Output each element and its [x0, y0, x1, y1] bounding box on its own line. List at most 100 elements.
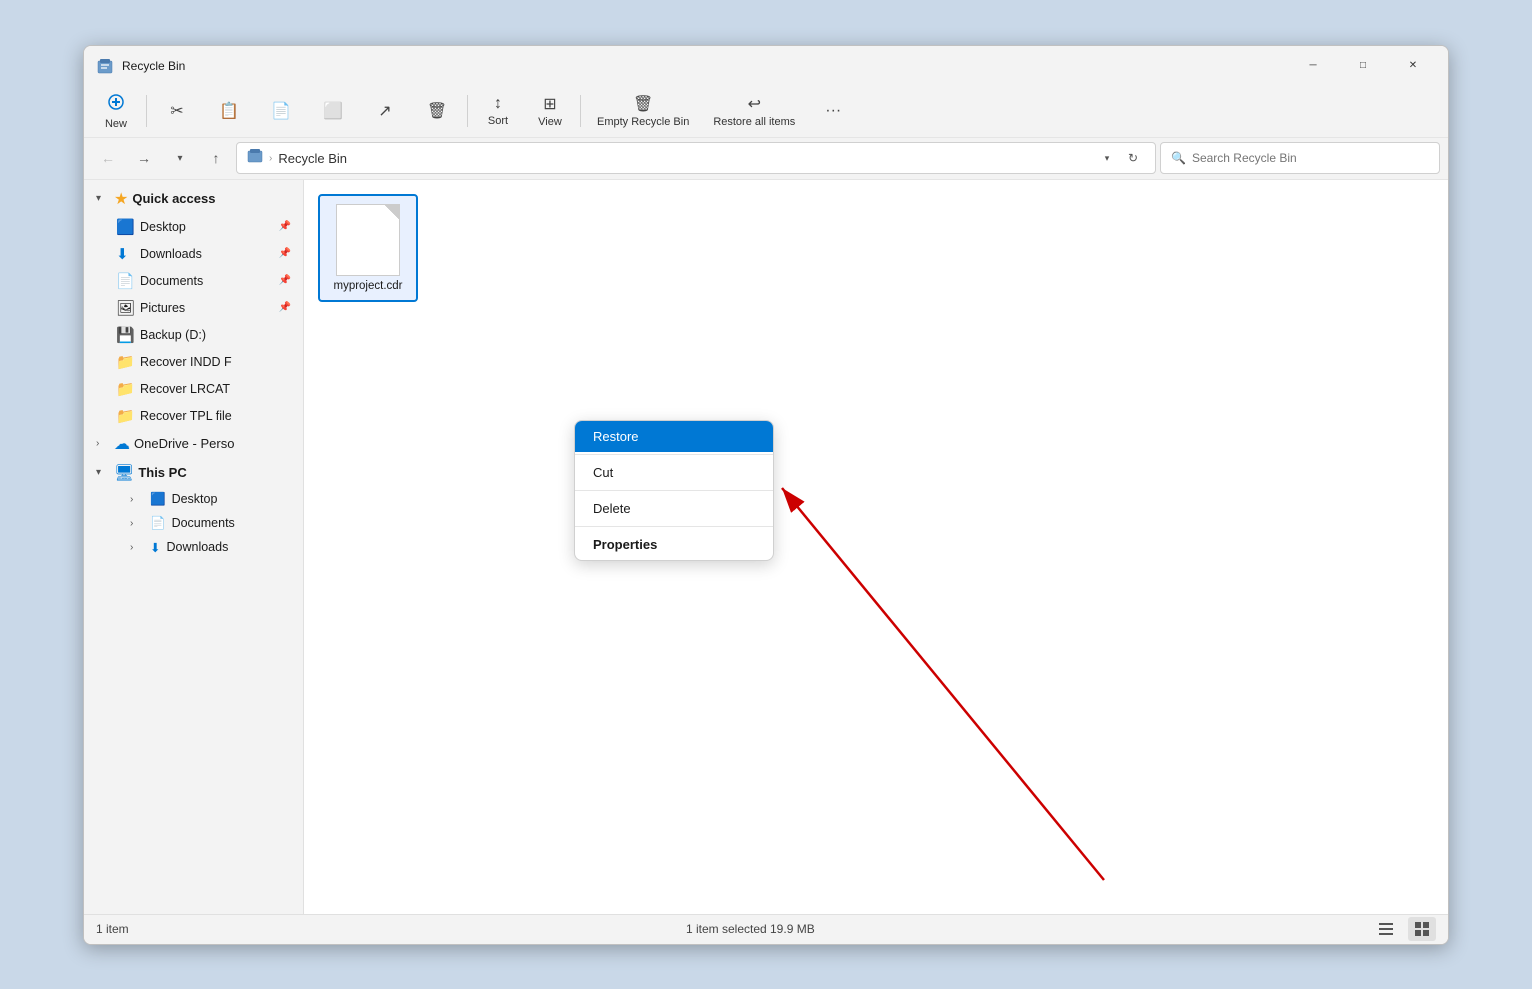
- address-dropdown-button[interactable]: ▾: [1095, 146, 1119, 170]
- this-pc-icon: 🖥: [114, 463, 134, 483]
- status-item-count: 1 item: [96, 922, 129, 936]
- window-controls: ─ □ ✕: [1290, 50, 1436, 82]
- grid-view-button[interactable]: [1408, 917, 1436, 941]
- sort-icon: ↕: [494, 95, 502, 113]
- content-area: ▾ ★ Quick access 🟦 Desktop 📌 ⬇ Downloads…: [84, 180, 1448, 914]
- new-button[interactable]: New: [92, 88, 140, 134]
- restore-all-button[interactable]: ↩ Restore all items: [703, 88, 805, 134]
- search-icon: 🔍: [1171, 151, 1186, 165]
- quick-access-chevron: ▾: [96, 193, 110, 204]
- window-icon: [96, 57, 114, 75]
- sidebar-section-this-pc[interactable]: ▾ 🖥 This PC: [88, 459, 299, 487]
- folder-icon-3: 📁: [116, 407, 134, 425]
- recent-button[interactable]: ▾: [164, 142, 196, 174]
- this-pc-docs-icon: 📄: [150, 516, 166, 531]
- status-view-controls: [1372, 917, 1436, 941]
- this-pc-desktop-icon: 🟦: [150, 492, 166, 507]
- file-area: myproject.cdr Restore Cut Delete Propert…: [304, 180, 1448, 914]
- view-icon: ⊞: [543, 94, 556, 114]
- onedrive-chevron: ›: [96, 438, 110, 449]
- paste-icon: 📄: [271, 101, 291, 121]
- empty-bin-icon: 🗑: [633, 94, 653, 114]
- grid-view-icon: [1414, 921, 1430, 937]
- context-menu-delete[interactable]: Delete: [575, 493, 773, 524]
- empty-recycle-bin-button[interactable]: 🗑 Empty Recycle Bin: [587, 88, 699, 134]
- share-icon: ↗: [378, 101, 391, 121]
- delete-icon: 🗑: [427, 101, 447, 121]
- documents-icon: 📄: [116, 272, 134, 290]
- pin-icon-2: 📌: [279, 248, 291, 259]
- file-thumbnail: [336, 204, 400, 276]
- downloads-icon: ⬇: [116, 245, 134, 263]
- context-menu-cut[interactable]: Cut: [575, 457, 773, 488]
- toolbar-divider-2: [467, 95, 468, 127]
- address-path-label: Recycle Bin: [278, 151, 347, 166]
- toolbar: New ✂ 📋 📄 ⬜ ↗ 🗑 ↕ Sort: [84, 86, 1448, 138]
- window-title: Recycle Bin: [122, 59, 1290, 73]
- address-icon: [247, 148, 263, 168]
- file-page: [337, 205, 399, 275]
- address-bar: ← → ▾ ↑ › Recycle Bin ▾ ↻ 🔍: [84, 138, 1448, 180]
- cut-button[interactable]: ✂: [153, 88, 201, 134]
- sidebar-item-recover-lrcat[interactable]: 📁 Recover LRCAT: [88, 376, 299, 402]
- new-icon: [107, 93, 125, 116]
- sidebar-item-this-pc-downloads[interactable]: › ⬇ Downloads: [88, 536, 299, 559]
- status-selected-info: 1 item selected 19.9 MB: [686, 922, 815, 936]
- sidebar-item-pictures[interactable]: 🖼 Pictures 📌: [88, 295, 299, 321]
- search-input[interactable]: [1192, 151, 1429, 165]
- sort-button[interactable]: ↕ Sort: [474, 88, 522, 134]
- view-button[interactable]: ⊞ View: [526, 88, 574, 134]
- sidebar-item-downloads[interactable]: ⬇ Downloads 📌: [88, 241, 299, 267]
- context-menu-restore[interactable]: Restore: [575, 421, 773, 452]
- desktop-icon: 🟦: [116, 218, 134, 236]
- sidebar-item-recover-indd[interactable]: 📁 Recover INDD F: [88, 349, 299, 375]
- up-button[interactable]: ↑: [200, 142, 232, 174]
- toolbar-divider-3: [580, 95, 581, 127]
- quick-access-star-icon: ★: [114, 189, 128, 209]
- pin-icon-4: 📌: [279, 302, 291, 313]
- minimize-button[interactable]: ─: [1290, 50, 1336, 82]
- sidebar-item-this-pc-documents[interactable]: › 📄 Documents: [88, 512, 299, 535]
- sidebar-section-onedrive[interactable]: › ☁ OneDrive - Perso: [88, 430, 299, 458]
- file-name: myproject.cdr: [333, 280, 402, 292]
- sidebar-item-desktop[interactable]: 🟦 Desktop 📌: [88, 214, 299, 240]
- rename-button[interactable]: ⬜: [309, 88, 357, 134]
- more-button[interactable]: ···: [809, 88, 857, 134]
- folder-icon-2: 📁: [116, 380, 134, 398]
- close-button[interactable]: ✕: [1390, 50, 1436, 82]
- list-view-button[interactable]: [1372, 917, 1400, 941]
- pin-icon-3: 📌: [279, 275, 291, 286]
- pictures-icon: 🖼: [116, 299, 134, 317]
- refresh-button[interactable]: ↻: [1121, 146, 1145, 170]
- title-bar: Recycle Bin ─ □ ✕: [84, 46, 1448, 86]
- context-menu: Restore Cut Delete Properties: [574, 420, 774, 561]
- copy-icon: 📋: [219, 101, 239, 121]
- maximize-button[interactable]: □: [1340, 50, 1386, 82]
- this-pc-downloads-icon: ⬇: [150, 540, 160, 555]
- sidebar-item-backup[interactable]: 💾 Backup (D:): [88, 322, 299, 348]
- sidebar-item-this-pc-desktop[interactable]: › 🟦 Desktop: [88, 488, 299, 511]
- context-menu-divider-2: [575, 490, 773, 491]
- share-button[interactable]: ↗: [361, 88, 409, 134]
- this-pc-chevron: ▾: [96, 467, 110, 478]
- pin-icon: 📌: [279, 221, 291, 232]
- folder-icon-1: 📁: [116, 353, 134, 371]
- back-button[interactable]: ←: [92, 142, 124, 174]
- sidebar-section-quick-access[interactable]: ▾ ★ Quick access: [88, 185, 299, 213]
- address-path[interactable]: › Recycle Bin ▾ ↻: [236, 142, 1156, 174]
- paste-button[interactable]: 📄: [257, 88, 305, 134]
- copy-button[interactable]: 📋: [205, 88, 253, 134]
- forward-button[interactable]: →: [128, 142, 160, 174]
- backup-icon: 💾: [116, 326, 134, 344]
- sidebar-item-documents[interactable]: 📄 Documents 📌: [88, 268, 299, 294]
- file-item-myproject[interactable]: myproject.cdr: [318, 194, 418, 302]
- context-menu-properties[interactable]: Properties: [575, 529, 773, 560]
- window: Recycle Bin ─ □ ✕ New ✂ 📋: [83, 45, 1449, 945]
- cut-icon: ✂: [170, 101, 183, 121]
- sidebar-item-recover-tpl[interactable]: 📁 Recover TPL file: [88, 403, 299, 429]
- onedrive-icon: ☁: [114, 434, 130, 454]
- search-box: 🔍: [1160, 142, 1440, 174]
- delete-button[interactable]: 🗑: [413, 88, 461, 134]
- toolbar-divider-1: [146, 95, 147, 127]
- status-bar: 1 item 1 item selected 19.9 MB: [84, 914, 1448, 944]
